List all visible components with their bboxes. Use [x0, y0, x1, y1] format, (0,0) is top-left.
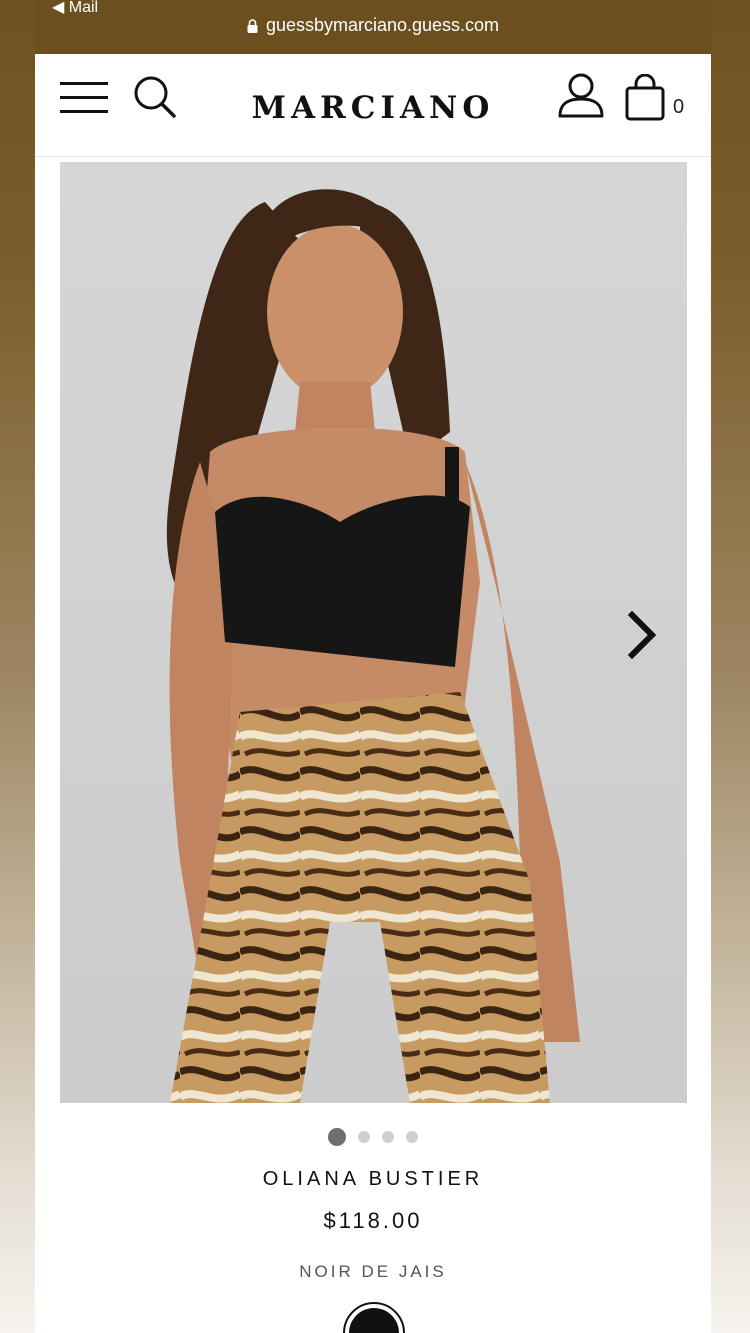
carousel-dots [35, 1128, 711, 1146]
color-name: NOIR DE JAIS [299, 1262, 447, 1281]
url-text: guessbymarciano.guess.com [265, 15, 500, 35]
carousel-dot-3[interactable] [382, 1131, 394, 1143]
product-price: $118.00 [323, 1208, 423, 1233]
account-icon[interactable] [555, 71, 607, 121]
product-photo-illustration [60, 162, 687, 1103]
next-image-arrow[interactable] [623, 607, 663, 663]
color-swatch-selected[interactable] [343, 1302, 405, 1333]
site-logo[interactable]: MARCIANO [35, 90, 711, 126]
carousel-dot-2[interactable] [358, 1131, 370, 1143]
lock-icon [247, 18, 258, 33]
product-name: OLIANA BUSTIER [262, 1168, 484, 1190]
carousel-dot-1[interactable] [328, 1128, 346, 1146]
browser-status-bar: ◀ Mail guessbymarciano.guess.com [35, 0, 711, 54]
product-photo[interactable] [60, 162, 687, 1103]
back-to-mail-link[interactable]: ◀ Mail [52, 0, 98, 16]
address-bar[interactable]: guessbymarciano.guess.com [35, 15, 711, 36]
carousel-dot-4[interactable] [406, 1131, 418, 1143]
color-swatch-fill [349, 1308, 399, 1333]
product-page: MARCIANO 0 OLIANA BUSTIER $118.00 NOIR D… [35, 54, 711, 1333]
shopping-bag-icon[interactable] [623, 73, 667, 123]
site-header: MARCIANO 0 [35, 54, 711, 157]
cart-count: 0 [673, 96, 685, 118]
